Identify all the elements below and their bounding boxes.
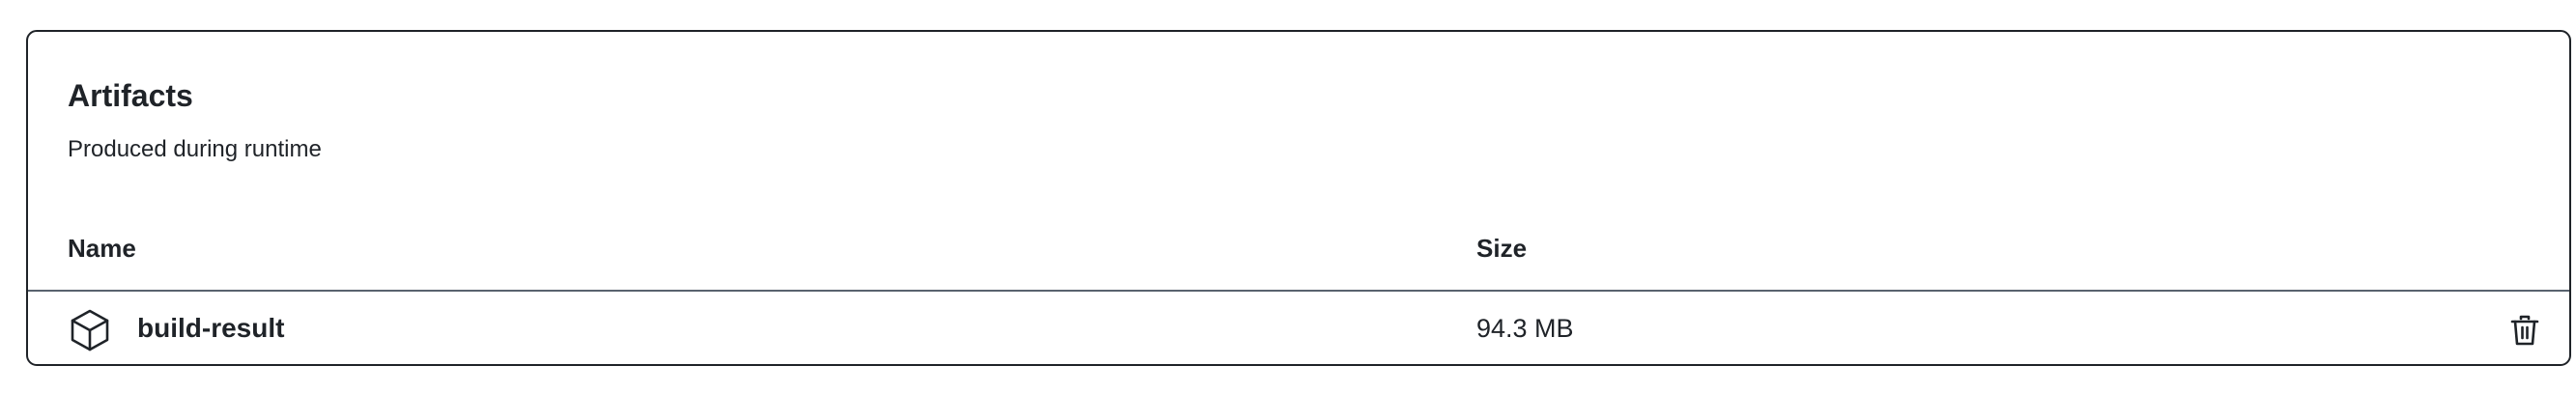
artifacts-table-header: Name Size [28, 218, 2569, 292]
artifact-row: build-result 94.3 MB [28, 292, 2569, 364]
artifact-name-link[interactable]: build-result [137, 311, 284, 346]
trash-icon [2510, 315, 2539, 346]
column-header-name: Name [68, 234, 136, 263]
delete-artifact-button[interactable] [2504, 309, 2546, 352]
package-icon [68, 308, 112, 352]
column-header-size: Size [1476, 234, 1528, 263]
artifacts-panel: Artifacts Produced during runtime Name S… [26, 30, 2571, 366]
panel-subtitle: Produced during runtime [68, 136, 322, 162]
panel-title: Artifacts [68, 78, 193, 113]
artifact-size: 94.3 MB [1476, 314, 1574, 343]
